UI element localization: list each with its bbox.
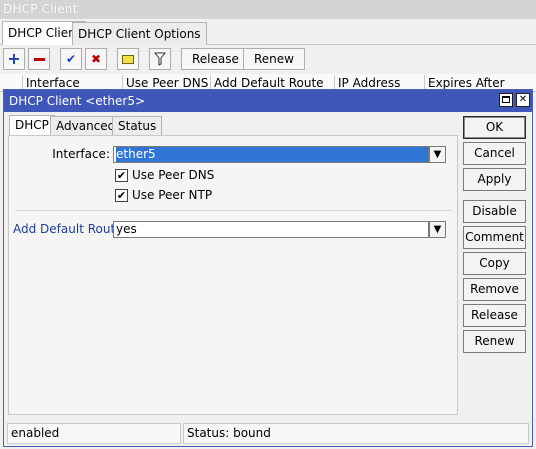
cancel-button[interactable]: Cancel [463,142,526,165]
filter-icon[interactable] [149,48,171,70]
interface-value: ether5 [116,147,428,162]
tab-advanced[interactable]: Advanced [50,116,122,136]
maximize-icon[interactable] [499,93,513,107]
ok-button[interactable]: OK [463,116,526,139]
release-dialog-button[interactable]: Release [463,304,526,327]
window-title: DHCP Client [0,0,536,19]
form-divider [15,210,453,211]
add-default-route-field[interactable]: yes [113,221,429,238]
disable-x-icon[interactable]: ✖ [85,48,107,70]
dhcp-client-dialog: DHCP Client <ether5> ✕ DHCP Advanced Sta… [3,89,533,447]
add-default-route-dropdown-icon[interactable]: ▼ [429,221,446,238]
renew-dialog-button[interactable]: Renew [463,330,526,353]
tab-dhcp-client-options[interactable]: DHCP Client Options [72,22,207,45]
status-bound: Status: bound [183,423,529,444]
apply-button[interactable]: Apply [463,168,526,191]
add-default-route-label: Add Default Route: [13,222,127,236]
interface-dropdown-icon[interactable]: ▼ [429,146,446,163]
use-peer-ntp-label: Use Peer NTP [132,188,213,202]
tab-status[interactable]: Status [112,116,163,136]
enable-check-icon[interactable]: ✔ [60,48,82,70]
toolbar: + ✔ ✖ Release Renew [0,46,536,72]
use-peer-ntp-checkbox[interactable]: ✔ [115,189,128,202]
use-peer-dns-label: Use Peer DNS [132,168,215,182]
release-button[interactable]: Release [181,48,250,70]
status-bar: enabled Status: bound [7,423,529,444]
dhcp-settings-panel: Interface: ether5 ▼ ✔ Use Peer DNS ✔ Use… [8,135,458,415]
interface-field[interactable]: ether5 [113,146,429,163]
close-icon[interactable]: ✕ [516,93,530,107]
dialog-title: DHCP Client <ether5> [9,94,146,108]
copy-button[interactable]: Copy [463,252,526,275]
outer-tab-bar: DHCP Client DHCP Client Options [0,20,536,45]
remove-icon[interactable] [28,48,50,70]
status-enabled: enabled [7,423,181,444]
dialog-title-bar: DHCP Client <ether5> ✕ [4,90,532,112]
comment-icon[interactable] [117,48,139,70]
interface-label: Interface: [52,147,110,161]
disable-button[interactable]: Disable [463,200,526,223]
comment-button[interactable]: Comment [463,226,526,249]
add-icon[interactable]: + [3,48,25,70]
renew-button[interactable]: Renew [243,48,305,70]
use-peer-dns-checkbox[interactable]: ✔ [115,169,128,182]
tab-dhcp[interactable]: DHCP [9,115,55,136]
remove-button[interactable]: Remove [463,278,526,301]
